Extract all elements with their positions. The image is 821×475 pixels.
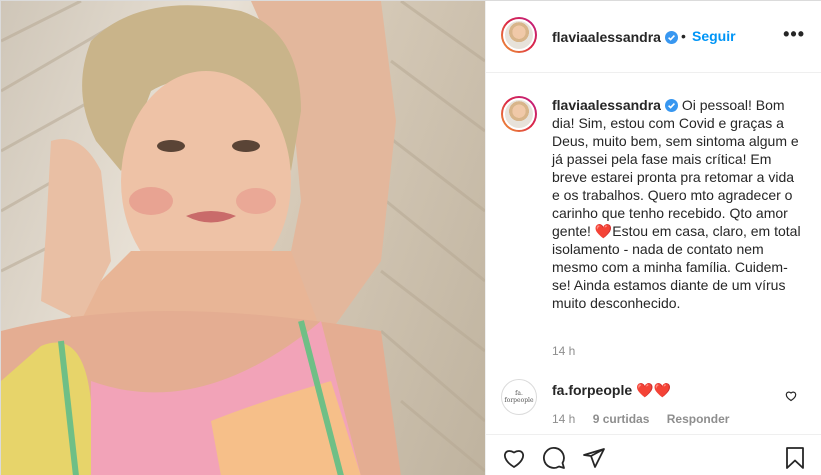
caption-avatar[interactable]	[501, 96, 537, 132]
caption-timestamp[interactable]: 14 h	[552, 344, 575, 358]
heart-emoji: ❤️	[594, 223, 613, 239]
commenter-avatar[interactable]: fa. forpeople	[501, 379, 537, 415]
author-username[interactable]: flaviaalessandra	[552, 29, 661, 45]
author-username-row: flaviaalessandra	[552, 29, 678, 47]
post-side-panel: flaviaalessandra • Seguir ••• flaviaales…	[485, 1, 821, 475]
caption-avatar-image	[503, 98, 535, 130]
photo-illustration	[1, 1, 485, 475]
post-photo[interactable]	[1, 1, 485, 475]
more-options-icon[interactable]: •••	[783, 25, 805, 43]
reply-button[interactable]: Responder	[667, 412, 730, 426]
commenter-username[interactable]: fa.forpeople	[552, 382, 632, 398]
verified-badge-icon	[664, 31, 678, 44]
comment-body: fa.forpeople ❤️❤️	[552, 382, 671, 399]
instagram-post: flaviaalessandra • Seguir ••• flaviaales…	[0, 0, 821, 475]
share-icon[interactable]	[582, 446, 606, 470]
post-caption: flaviaalessandra Oi pessoal! Bom dia! Si…	[552, 96, 802, 312]
comments-section[interactable]: flaviaalessandra Oi pessoal! Bom dia! Si…	[486, 74, 821, 434]
separator-dot: •	[681, 28, 686, 44]
comment-like-icon[interactable]	[785, 390, 797, 402]
verified-badge-icon	[664, 99, 678, 112]
caption-username[interactable]: flaviaalessandra	[552, 97, 661, 113]
author-avatar-image	[503, 19, 535, 51]
caption-text-part-1: Oi pessoal! Bom dia! Sim, estou com Covi…	[552, 97, 799, 239]
comment-likes-count[interactable]: 9 curtidas	[593, 412, 650, 426]
comment-icon[interactable]	[542, 446, 566, 470]
author-avatar[interactable]	[501, 17, 537, 53]
like-icon[interactable]	[502, 446, 526, 470]
comment-timestamp[interactable]: 14 h	[552, 412, 575, 426]
post-header: flaviaalessandra • Seguir •••	[486, 1, 821, 73]
save-icon[interactable]	[783, 446, 807, 470]
comment-meta: 14 h 9 curtidas Responder	[552, 412, 743, 426]
post-actions-bar	[486, 434, 821, 475]
follow-button[interactable]: Seguir	[692, 28, 736, 44]
comment-text: ❤️❤️	[636, 382, 671, 398]
